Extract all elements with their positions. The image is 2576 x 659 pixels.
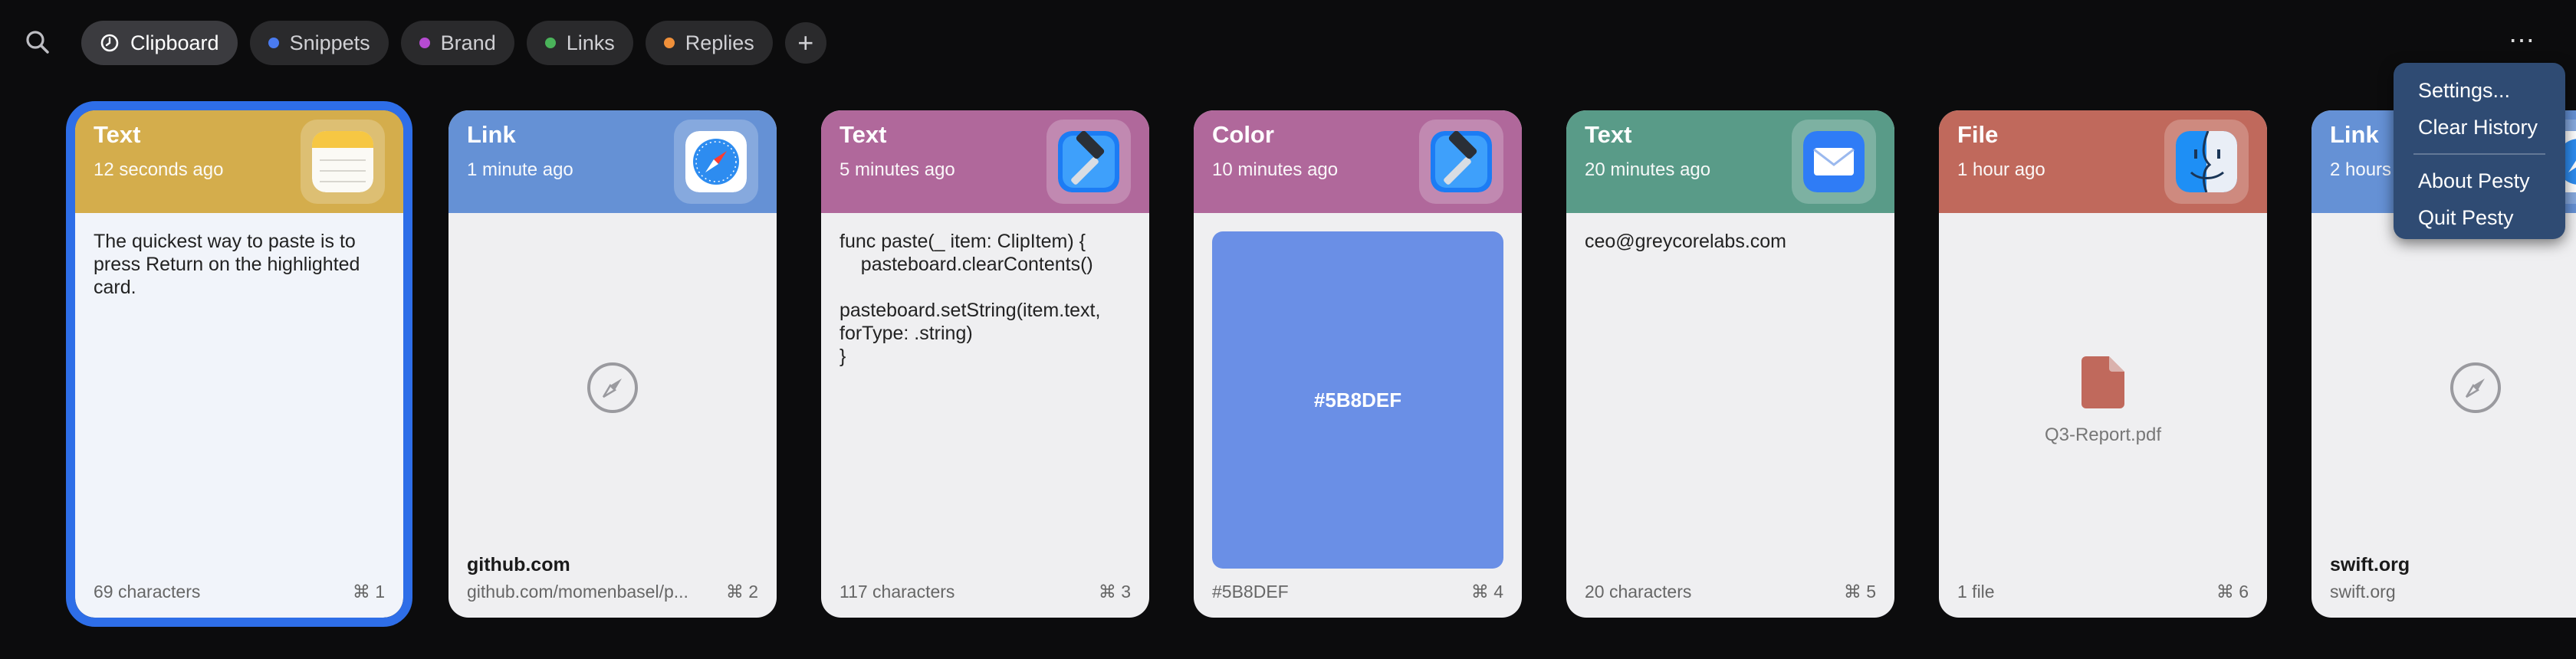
xcode-app-icon	[1431, 131, 1492, 192]
shortcut-label: ⌘ 2	[725, 582, 758, 602]
code-preview: func paste(_ item: ClipItem) { pasteboar…	[840, 231, 1101, 367]
file-name: Q3-Report.pdf	[2044, 425, 2162, 445]
compass-icon	[587, 362, 638, 413]
link-url: swift.org	[2330, 582, 2396, 602]
tab-label: Snippets	[289, 31, 370, 54]
xcode-app-icon	[1058, 131, 1119, 192]
tab-label: Replies	[685, 31, 754, 54]
clip-card[interactable]: Color 10 minutes ago #5B8DEF #5B8DEF ⌘ 4	[1194, 110, 1522, 618]
tab-clipboard[interactable]: Clipboard	[81, 21, 238, 65]
collection-tabs: Clipboard Snippets Brand Links Replies +	[81, 21, 826, 65]
card-header: Text 20 minutes ago	[1566, 110, 1894, 213]
card-footer: 117 characters ⌘ 3	[840, 582, 1131, 602]
tab-label: Brand	[440, 31, 496, 54]
color-dot	[663, 38, 675, 48]
tab-snippets[interactable]: Snippets	[249, 21, 389, 65]
clip-card[interactable]: Text 12 seconds ago The quickest way to …	[66, 101, 412, 627]
source-app	[1046, 120, 1131, 204]
shortcut-label: ⌘ 6	[2216, 582, 2249, 602]
card-footer: github.com/momenbasel/p... ⌘ 2	[467, 582, 758, 602]
card-header: Link 1 minute ago	[449, 110, 777, 213]
notes-app-icon	[312, 131, 373, 192]
color-preview: #5B8DEF	[1212, 231, 1503, 569]
source-app	[674, 120, 758, 204]
document-icon	[2082, 356, 2124, 408]
clock-icon	[100, 34, 119, 52]
search-icon[interactable]	[23, 28, 54, 58]
source-app	[301, 120, 385, 204]
tab-label: Clipboard	[130, 31, 219, 54]
clip-card[interactable]: Link 1 minute ago github.com github.com/…	[449, 110, 777, 618]
tab-replies[interactable]: Replies	[645, 21, 773, 65]
source-app	[2164, 120, 2249, 204]
color-dot	[419, 38, 430, 48]
file-count: 1 file	[1957, 582, 1995, 602]
text-preview: The quickest way to paste is to press Re…	[94, 231, 360, 298]
source-app	[1419, 120, 1503, 204]
card-footer: 20 characters ⌘ 5	[1585, 582, 1876, 602]
more-menu: Settings... Clear History About Pesty Qu…	[2394, 63, 2565, 239]
finder-app-icon	[2176, 131, 2237, 192]
menu-item-quit[interactable]: Quit Pesty	[2394, 199, 2565, 236]
card-footer: #5B8DEF ⌘ 4	[1212, 582, 1503, 602]
char-count: 69 characters	[94, 582, 201, 602]
compass-icon	[2450, 362, 2501, 413]
link-url: github.com/momenbasel/p...	[467, 582, 688, 602]
color-hex: #5B8DEF	[1212, 582, 1289, 602]
add-tab-button[interactable]: +	[784, 22, 826, 64]
card-header: File 1 hour ago	[1939, 110, 2267, 213]
mail-app-icon	[1803, 131, 1865, 192]
more-icon[interactable]: ⋯	[2509, 28, 2536, 54]
char-count: 20 characters	[1585, 582, 1692, 602]
source-app	[1792, 120, 1876, 204]
card-header: Text 5 minutes ago	[821, 110, 1149, 213]
color-dot	[544, 38, 556, 48]
color-swatch: #5B8DEF	[1212, 231, 1503, 569]
card-footer: swift.org ⌘ 7	[2330, 582, 2576, 602]
tab-links[interactable]: Links	[526, 21, 633, 65]
link-title: swift.org	[2330, 554, 2410, 575]
tab-brand[interactable]: Brand	[400, 21, 514, 65]
menu-item-clear-history[interactable]: Clear History	[2394, 109, 2565, 146]
text-preview: ceo@greycorelabs.com	[1585, 231, 1786, 252]
menu-item-settings[interactable]: Settings...	[2394, 72, 2565, 109]
card-header: Text 12 seconds ago	[75, 110, 403, 213]
shortcut-label: ⌘ 1	[352, 582, 385, 602]
shortcut-label: ⌘ 3	[1098, 582, 1131, 602]
clip-card[interactable]: File 1 hour ago Q3-Report.pdf 1 file ⌘ 6	[1939, 110, 2267, 618]
link-title: github.com	[467, 554, 570, 575]
color-dot	[268, 38, 279, 48]
card-footer: 69 characters ⌘ 1	[94, 582, 385, 602]
clip-card[interactable]: Text 5 minutes ago func paste(_ item: Cl…	[821, 110, 1149, 618]
shortcut-label: ⌘ 4	[1470, 582, 1503, 602]
top-bar: Clipboard Snippets Brand Links Replies +…	[0, 0, 2576, 84]
card-header: Color 10 minutes ago	[1194, 110, 1522, 213]
safari-app-icon	[685, 131, 747, 192]
tab-label: Links	[566, 31, 615, 54]
menu-divider	[2413, 153, 2545, 155]
clip-card[interactable]: Text 20 minutes ago ceo@greycorelabs.com…	[1566, 110, 1894, 618]
shortcut-label: ⌘ 5	[1843, 582, 1876, 602]
char-count: 117 characters	[840, 582, 955, 602]
menu-item-about[interactable]: About Pesty	[2394, 162, 2565, 199]
card-footer: 1 file ⌘ 6	[1957, 582, 2249, 602]
